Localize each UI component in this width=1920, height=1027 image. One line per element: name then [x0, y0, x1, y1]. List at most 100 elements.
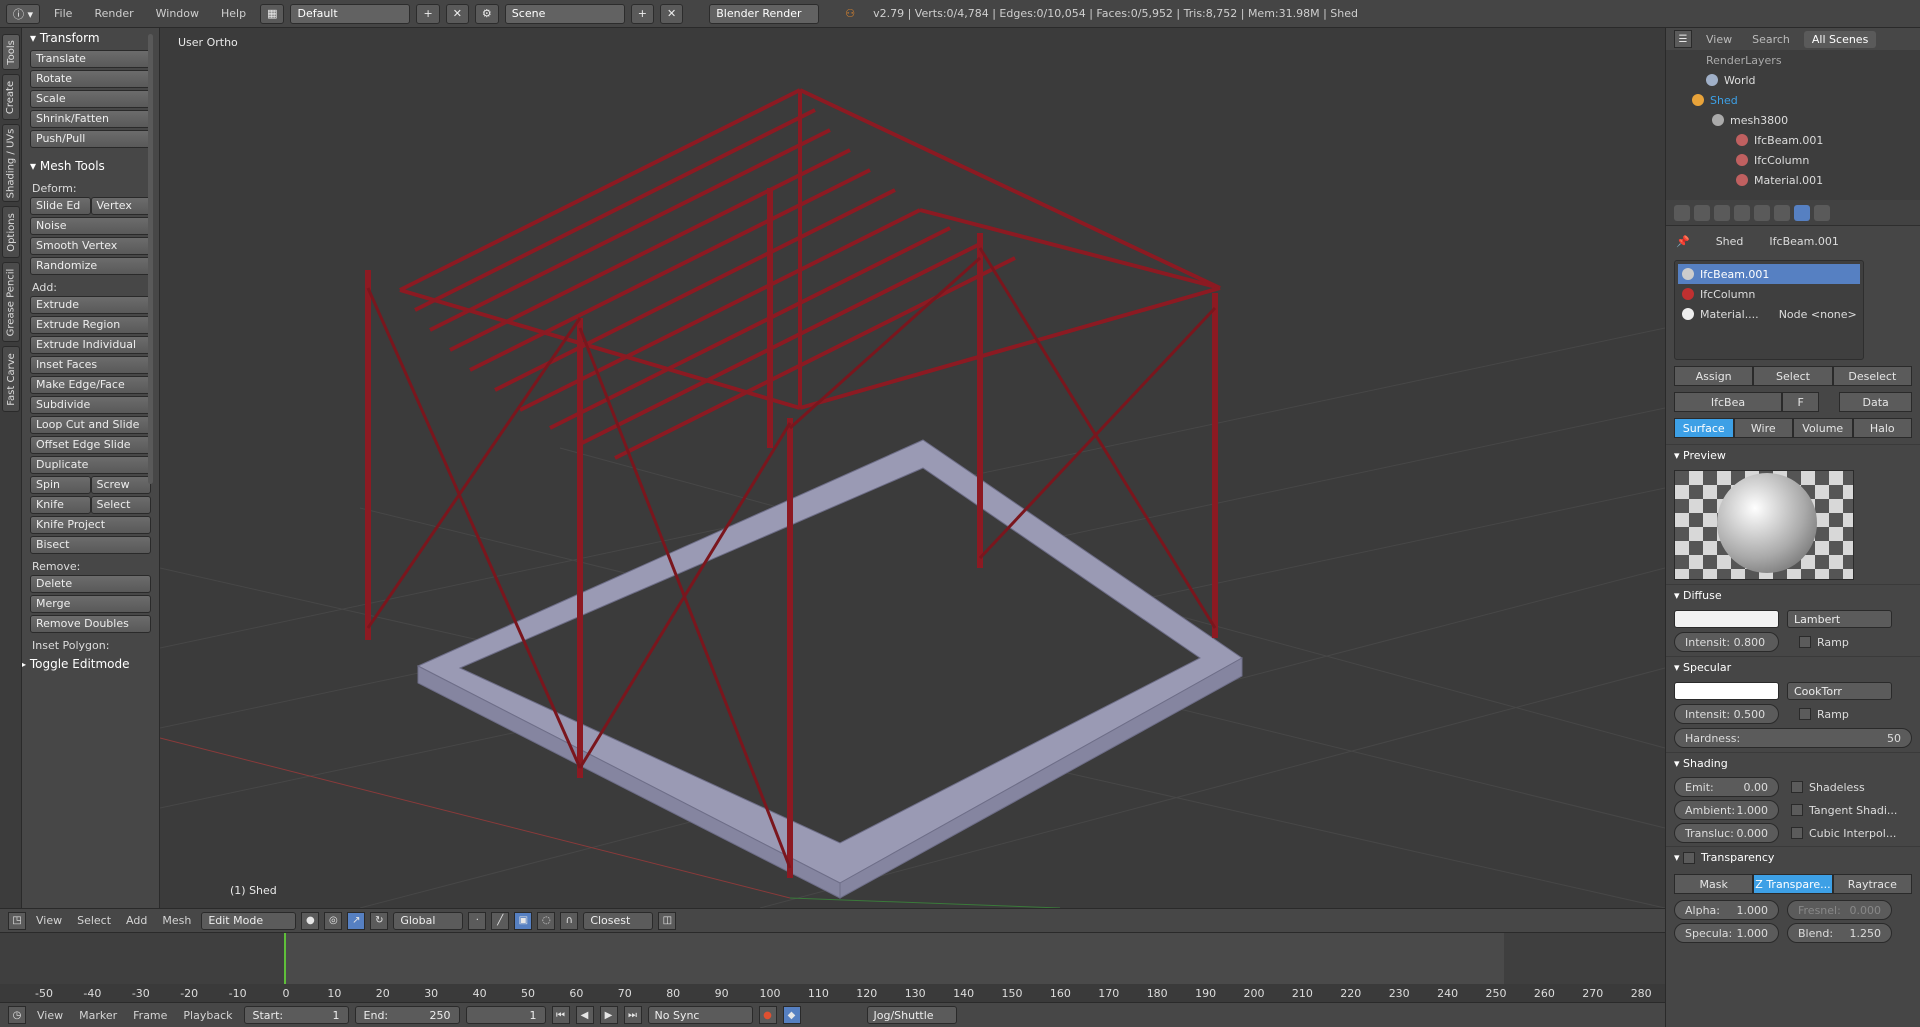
extrude-region-button[interactable]: Extrude Region [30, 316, 151, 334]
outliner-tab-search[interactable]: Search [1746, 33, 1796, 46]
volume-tab[interactable]: Volume [1793, 418, 1853, 438]
data-link-select[interactable]: Data [1839, 392, 1912, 412]
remove-doubles-button[interactable]: Remove Doubles [30, 615, 151, 633]
spin-button[interactable]: Spin [30, 476, 91, 494]
layout-select[interactable]: Default [290, 3, 411, 24]
outliner-row-shed[interactable]: Shed [1666, 90, 1920, 110]
duplicate-button[interactable]: Duplicate [30, 456, 151, 474]
texture-tab-icon[interactable] [1814, 204, 1830, 221]
inset-faces-button[interactable]: Inset Faces [30, 356, 151, 374]
extrude-menu[interactable]: Extrude [30, 296, 151, 314]
end-frame-field[interactable]: End: 250 [354, 1006, 460, 1024]
outliner-row-ifcbeam[interactable]: IfcBeam.001 [1666, 130, 1920, 150]
diffuse-intensity-field[interactable]: Intensit: 0.800 [1674, 632, 1779, 652]
outliner-row-ifccolumn[interactable]: IfcColumn [1666, 150, 1920, 170]
snap-icon[interactable]: ∩ [560, 911, 579, 930]
randomize-button[interactable]: Randomize [30, 257, 151, 275]
delete-menu[interactable]: Delete [30, 575, 151, 593]
z-transparency-tab[interactable]: Z Transpare... [1753, 874, 1833, 894]
snap-target-select[interactable]: Closest [583, 911, 654, 930]
keying-mode-select[interactable]: Jog/Shuttle [866, 1006, 957, 1024]
tab-shading-uvs[interactable]: Shading / UVs [2, 124, 20, 202]
halo-tab[interactable]: Halo [1852, 418, 1912, 438]
rotate-button[interactable]: Rotate [30, 70, 151, 88]
specular-color-swatch[interactable] [1674, 682, 1779, 700]
transparency-checkbox[interactable] [1683, 851, 1696, 864]
manipulator-translate-icon[interactable]: ↗ [347, 911, 366, 930]
select-button[interactable]: Select [1753, 366, 1833, 386]
add-scene-button[interactable]: + [630, 3, 655, 24]
toolshelf-scrollbar[interactable] [148, 34, 153, 484]
record-icon[interactable]: ● [758, 1006, 777, 1024]
panel-transform-header[interactable]: ▾ Transform [22, 28, 159, 48]
world-tab-icon[interactable] [1714, 204, 1730, 221]
object-tab-icon[interactable] [1734, 204, 1750, 221]
fake-user-button[interactable]: F [1782, 392, 1820, 412]
render-icon[interactable]: ◫ [658, 911, 677, 930]
diffuse-shader-select[interactable]: Lambert [1787, 610, 1892, 628]
loop-cut-button[interactable]: Loop Cut and Slide [30, 416, 151, 434]
editor-type-timeline-icon[interactable]: ◷ [8, 1006, 26, 1024]
menu-file[interactable]: File [46, 7, 80, 20]
jump-start-icon[interactable]: ⏮ [551, 1006, 570, 1024]
tab-tools[interactable]: Tools [2, 34, 20, 70]
tl-menu-frame[interactable]: Frame [128, 1009, 172, 1022]
specular-shader-select[interactable]: CookTorr [1787, 682, 1892, 700]
pin-icon[interactable]: 📌 [1676, 235, 1690, 248]
scale-button[interactable]: Scale [30, 90, 151, 108]
mask-tab[interactable]: Mask [1674, 874, 1754, 894]
render-engine-select[interactable]: Blender Render [709, 3, 820, 24]
subdivide-button[interactable]: Subdivide [30, 396, 151, 414]
assign-button[interactable]: Assign [1674, 366, 1754, 386]
pivot-icon[interactable]: ◎ [324, 911, 343, 930]
remove-scene-button[interactable]: ✕ [660, 3, 684, 24]
specula-field[interactable]: Specula: 1.000 [1674, 923, 1779, 943]
diffuse-panel-header[interactable]: ▾ Diffuse [1666, 584, 1920, 606]
manipulator-rotate-icon[interactable]: ↻ [370, 911, 389, 930]
make-edge-face-button[interactable]: Make Edge/Face [30, 376, 151, 394]
material-name-field[interactable]: IfcBea [1674, 392, 1782, 412]
material-slot-item[interactable]: IfcColumn [1678, 284, 1860, 304]
modifiers-tab-icon[interactable] [1754, 204, 1770, 221]
vertex-select-icon[interactable]: · [468, 911, 487, 930]
outliner-tab-view[interactable]: View [1700, 33, 1738, 46]
specular-ramp-checkbox[interactable]: Ramp [1799, 704, 1849, 724]
outliner-row-material[interactable]: Material.001 [1666, 170, 1920, 190]
play-reverse-icon[interactable]: ◀ [575, 1006, 594, 1024]
panel-toggle-editmode-header[interactable]: ▸ Toggle Editmode [22, 654, 159, 674]
face-select-icon[interactable]: ▣ [514, 911, 533, 930]
menu-view[interactable]: View [31, 914, 67, 927]
editor-type-3d-icon[interactable]: ◳ [8, 911, 26, 930]
alpha-field[interactable]: Alpha: 1.000 [1674, 900, 1779, 920]
specular-panel-header[interactable]: ▾ Specular [1666, 656, 1920, 678]
hardness-field[interactable]: Hardness: 50 [1674, 728, 1912, 748]
raytrace-tab[interactable]: Raytrace [1832, 874, 1912, 894]
specular-intensity-field[interactable]: Intensit: 0.500 [1674, 704, 1779, 724]
preview-panel-header[interactable]: ▾ Preview [1666, 444, 1920, 466]
menu-window[interactable]: Window [148, 7, 207, 20]
material-slot-item[interactable]: IfcBeam.001 [1678, 264, 1860, 284]
timeline[interactable]: -50 -40 -30 -20 -10 0 10 20 30 40 50 60 70 80 90 100 110… [0, 932, 1665, 1002]
slide-edge-button[interactable]: Slide Ed [30, 197, 91, 215]
merge-menu[interactable]: Merge [30, 595, 151, 613]
tl-menu-marker[interactable]: Marker [74, 1009, 122, 1022]
tl-menu-view[interactable]: View [32, 1009, 68, 1022]
screw-button[interactable]: Screw [90, 476, 151, 494]
material-slot-item[interactable]: Material.... Node <none> [1678, 304, 1860, 324]
menu-add[interactable]: Add [121, 914, 152, 927]
shading-panel-header[interactable]: ▾ Shading [1666, 752, 1920, 774]
emit-field[interactable]: Emit: 0.00 [1674, 777, 1779, 797]
panel-mesh-tools-header[interactable]: ▾ Mesh Tools [22, 156, 159, 176]
wire-tab[interactable]: Wire [1733, 418, 1793, 438]
keying-set-icon[interactable]: ◆ [782, 1006, 801, 1024]
scene-icon[interactable]: ⚙ [474, 3, 499, 24]
outliner-row-renderlayers[interactable]: RenderLayers [1666, 50, 1920, 70]
mode-select[interactable]: Edit Mode [201, 911, 297, 930]
cubic-checkbox[interactable]: Cubic Interpol... [1791, 823, 1896, 843]
tab-create[interactable]: Create [2, 74, 20, 120]
knife-project-button[interactable]: Knife Project [30, 516, 151, 534]
tab-options[interactable]: Options [2, 206, 20, 258]
play-icon[interactable]: ▶ [599, 1006, 618, 1024]
layout-icon[interactable]: ▦ [260, 3, 285, 24]
jump-end-icon[interactable]: ⏭ [623, 1006, 642, 1024]
